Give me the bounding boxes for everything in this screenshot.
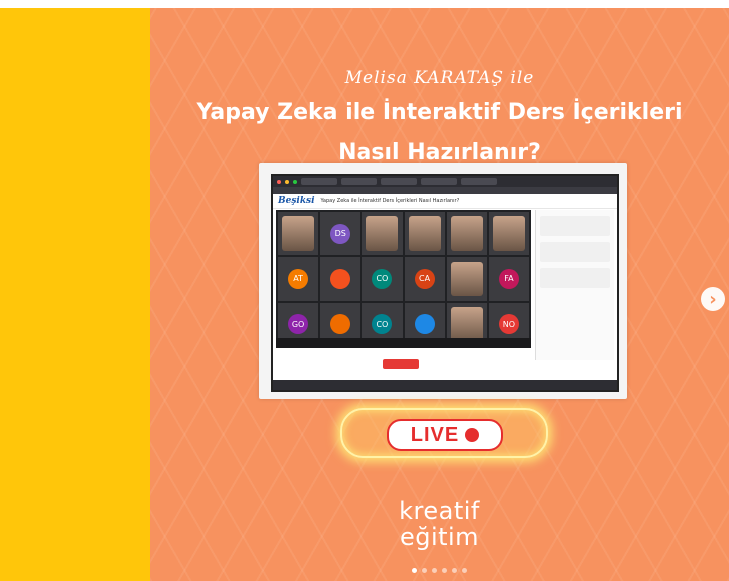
- record-dot-icon: [465, 428, 480, 442]
- chevron-right-icon: ›: [709, 288, 717, 310]
- pager-dot[interactable]: [452, 568, 457, 573]
- participant-grid: DS AT CO CA FA GO CO NO: [276, 210, 531, 348]
- participant-avatar: CO: [372, 314, 393, 335]
- meeting-screenshot: Beşiksi Yapay Zeka ile İnteraktif Ders İ…: [271, 174, 619, 392]
- live-button: LIVE: [387, 419, 503, 451]
- download-bar: [273, 380, 617, 390]
- participant-photo: [450, 216, 483, 251]
- participant-avatar: FA: [498, 268, 519, 289]
- carousel-post: Melisa KARATAŞ ile Yapay Zeka ile İntera…: [150, 8, 729, 581]
- post-title-line2: Nasıl Hazırlanır?: [338, 140, 541, 165]
- browser-address-bar: [273, 187, 617, 194]
- app-brand: Beşiksi: [278, 196, 315, 206]
- participant-photo: [366, 216, 399, 251]
- meeting-title: Yapay Zeka ile İnteraktif Ders İçerikler…: [320, 198, 460, 204]
- next-slide-button[interactable]: ›: [701, 287, 725, 311]
- pager-dot[interactable]: [442, 568, 447, 573]
- carousel-pager: [150, 568, 729, 573]
- participant-photo: [450, 261, 483, 297]
- participant-photo: [492, 216, 525, 251]
- laptop-screenshot: Beşiksi Yapay Zeka ile İnteraktif Ders İ…: [259, 163, 627, 399]
- logo-word-2: eğitim: [399, 523, 480, 551]
- participant-avatar: [414, 314, 435, 335]
- participant-avatar: GO: [288, 314, 309, 335]
- participant-avatar: NO: [498, 314, 519, 335]
- app-header: Beşiksi Yapay Zeka ile İnteraktif Ders İ…: [273, 194, 617, 209]
- author-script: Melisa KARATAŞ ile: [344, 68, 535, 88]
- pager-dot[interactable]: [412, 568, 417, 573]
- participant-photo: [408, 216, 441, 251]
- pager-dot[interactable]: [432, 568, 437, 573]
- end-meeting-button: [383, 359, 419, 369]
- kreatif-egitim-logo: kreatif eğitim: [150, 498, 729, 550]
- participant-avatar: [330, 314, 351, 335]
- live-label: LIVE: [410, 423, 460, 446]
- pager-dot[interactable]: [462, 568, 467, 573]
- live-badge: LIVE: [340, 408, 548, 458]
- participant-avatar: CO: [372, 268, 393, 289]
- participant-avatar: AT: [288, 268, 309, 289]
- side-panel: [0, 8, 150, 581]
- participant-avatar: [330, 268, 351, 289]
- pager-dot[interactable]: [422, 568, 427, 573]
- browser-tabbar: [273, 176, 617, 187]
- meeting-controls: [276, 338, 531, 348]
- participant-photo: [450, 306, 483, 342]
- post-title-line1: Yapay Zeka ile İnteraktif Ders İçerikler…: [196, 100, 683, 125]
- participant-avatar: CA: [414, 268, 435, 289]
- participant-avatar: DS: [330, 223, 351, 244]
- chat-sidepanel: [535, 210, 614, 360]
- logo-word-1: kreatif: [399, 497, 480, 525]
- participant-photo: [282, 216, 315, 251]
